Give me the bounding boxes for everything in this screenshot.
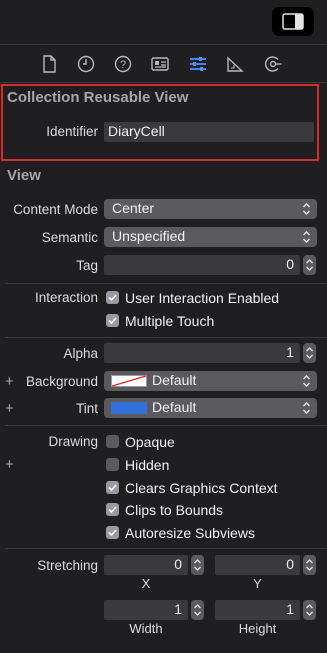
- stretch-height-stepper[interactable]: [303, 600, 316, 620]
- semantic-value: Unspecified: [112, 228, 186, 244]
- tag-stepper[interactable]: [303, 255, 316, 275]
- tag-field[interactable]: 0: [104, 255, 300, 275]
- content-mode-popup[interactable]: Center: [104, 199, 317, 219]
- section-title-view: View: [7, 167, 41, 184]
- stretching-label: Stretching: [37, 558, 98, 573]
- chevron-updown-icon: [303, 402, 310, 414]
- stretch-height-value: 1: [286, 601, 294, 617]
- checkmark-icon: [108, 506, 117, 514]
- stepper-arrows-icon: [306, 259, 313, 271]
- stretch-y-caption: Y: [253, 576, 262, 591]
- add-background-variation-button[interactable]: +: [5, 373, 14, 390]
- tint-label: Tint: [75, 401, 98, 416]
- clips-to-bounds-checkbox[interactable]: [106, 503, 119, 516]
- divider: [0, 82, 327, 83]
- ruler-icon[interactable]: [224, 53, 246, 75]
- alpha-value: 1: [286, 344, 294, 360]
- autoresize-subviews-label: Autoresize Subviews: [125, 525, 255, 541]
- tint-color-popup[interactable]: Default: [104, 398, 317, 418]
- semantic-label: Semantic: [41, 230, 98, 245]
- clips-to-bounds-label: Clips to Bounds: [125, 502, 224, 518]
- tag-value: 0: [286, 256, 294, 272]
- alpha-field[interactable]: 1: [104, 343, 300, 363]
- content-mode-value: Center: [112, 200, 155, 216]
- divider: [5, 337, 327, 338]
- id-card-icon[interactable]: [149, 53, 171, 75]
- checkmark-icon: [108, 294, 117, 302]
- stepper-arrows-icon: [306, 347, 313, 359]
- identifier-label: Identifier: [46, 124, 98, 139]
- document-icon[interactable]: [38, 53, 60, 75]
- section-title-reusable: Collection Reusable View: [7, 89, 189, 106]
- opaque-checkbox[interactable]: [106, 435, 119, 448]
- alpha-label: Alpha: [63, 346, 98, 361]
- background-color-popup[interactable]: Default: [104, 371, 317, 391]
- stretch-x-value: 0: [174, 556, 182, 572]
- sliders-icon[interactable]: [187, 53, 209, 75]
- multiple-touch-label: Multiple Touch: [125, 313, 215, 329]
- background-value: Default: [152, 372, 197, 388]
- no-color-swatch-icon: [111, 375, 147, 387]
- checkmark-icon: [108, 317, 117, 325]
- chevron-updown-icon: [303, 203, 310, 215]
- stretch-width-field[interactable]: 1: [104, 600, 188, 620]
- tint-value: Default: [152, 399, 197, 415]
- identifier-field[interactable]: DiaryCell: [104, 122, 314, 142]
- divider: [5, 548, 327, 549]
- identifier-value: DiaryCell: [108, 123, 165, 139]
- divider: [5, 283, 327, 284]
- sidebar-panel-icon: [282, 13, 304, 30]
- add-tint-variation-button[interactable]: +: [5, 400, 14, 417]
- clears-graphics-context-checkbox[interactable]: [106, 481, 119, 494]
- svg-text:?: ?: [120, 59, 126, 71]
- stretch-height-field[interactable]: 1: [215, 600, 300, 620]
- hidden-checkbox[interactable]: [106, 458, 119, 471]
- divider: [5, 425, 327, 426]
- stretch-y-stepper[interactable]: [303, 555, 316, 575]
- clock-icon[interactable]: [75, 53, 97, 75]
- divider: [0, 44, 327, 45]
- content-mode-label: Content Mode: [13, 202, 98, 217]
- chevron-updown-icon: [303, 231, 310, 243]
- stretch-y-value: 0: [286, 556, 294, 572]
- stepper-arrows-icon: [194, 559, 201, 571]
- toggle-inspector-button[interactable]: [272, 7, 314, 36]
- stretch-width-value: 1: [174, 601, 182, 617]
- question-icon[interactable]: ?: [112, 53, 134, 75]
- opaque-label: Opaque: [125, 434, 175, 450]
- drawing-label: Drawing: [48, 434, 98, 449]
- connection-arrow-icon[interactable]: [262, 53, 284, 75]
- chevron-updown-icon: [303, 375, 310, 387]
- hidden-label: Hidden: [125, 457, 170, 473]
- checkmark-icon: [108, 484, 117, 492]
- tint-color-swatch: [111, 402, 147, 414]
- background-label: Background: [25, 374, 98, 389]
- stretch-x-caption: X: [141, 576, 151, 591]
- autoresize-subviews-checkbox[interactable]: [106, 526, 119, 539]
- interaction-label: Interaction: [34, 290, 98, 305]
- user-interaction-checkbox[interactable]: [106, 291, 119, 304]
- stretch-height-caption: Height: [238, 621, 277, 636]
- semantic-popup[interactable]: Unspecified: [104, 227, 317, 247]
- stepper-arrows-icon: [194, 604, 201, 616]
- add-hidden-variation-button[interactable]: +: [5, 456, 14, 473]
- stepper-arrows-icon: [306, 559, 313, 571]
- stretch-width-caption: Width: [129, 621, 163, 636]
- alpha-stepper[interactable]: [303, 343, 316, 363]
- stretch-width-stepper[interactable]: [191, 600, 204, 620]
- multiple-touch-checkbox[interactable]: [106, 314, 119, 327]
- tag-label: Tag: [76, 258, 98, 273]
- stretch-x-field[interactable]: 0: [104, 555, 188, 575]
- user-interaction-label: User Interaction Enabled: [125, 290, 280, 306]
- checkmark-icon: [108, 529, 117, 537]
- clears-graphics-context-label: Clears Graphics Context: [125, 480, 278, 496]
- stretch-x-stepper[interactable]: [191, 555, 204, 575]
- stepper-arrows-icon: [306, 604, 313, 616]
- stretch-y-field[interactable]: 0: [215, 555, 300, 575]
